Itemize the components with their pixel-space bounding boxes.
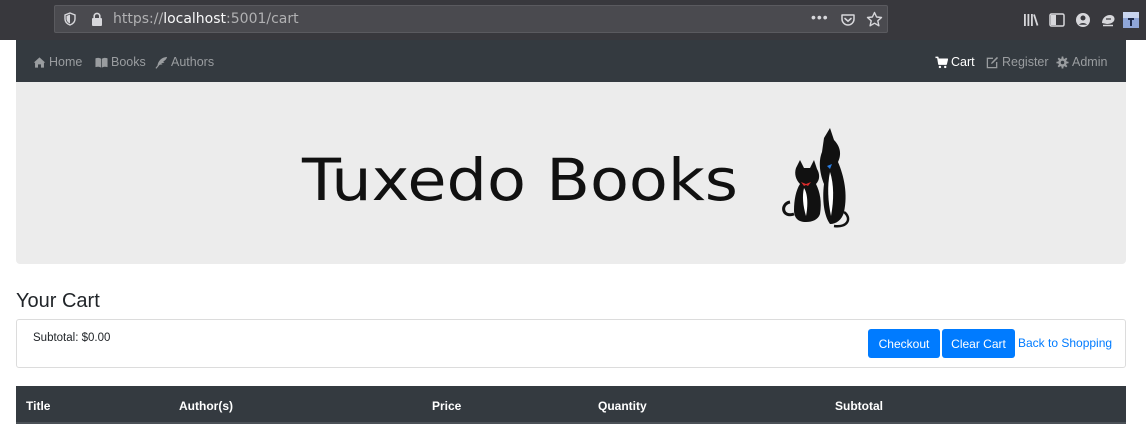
- cart-table-header: Title Author(s) Price Quantity Subtotal: [16, 386, 1126, 424]
- checkout-button[interactable]: Checkout: [868, 329, 940, 358]
- column-header-quantity: Quantity: [598, 399, 647, 413]
- url-bar[interactable]: https://localhost:5001/cart •••: [54, 5, 888, 33]
- tracking-shield-icon[interactable]: [63, 12, 77, 26]
- url-host: localhost: [163, 11, 227, 27]
- nav-cart[interactable]: Cart: [935, 54, 975, 70]
- lock-icon[interactable]: [91, 12, 103, 26]
- nav-cart-label: Cart: [951, 55, 975, 69]
- home-icon: [33, 56, 46, 68]
- clear-cart-button[interactable]: Clear Cart: [942, 329, 1015, 358]
- page-title: Your Cart: [16, 290, 100, 312]
- tuxedo-cats-icon: [782, 128, 850, 228]
- url-rest: :5001/cart: [226, 11, 299, 27]
- column-header-title: Title: [26, 399, 51, 413]
- pocket-icon[interactable]: [840, 12, 856, 28]
- url-scheme: https://: [113, 11, 164, 27]
- back-to-shopping-link[interactable]: Back to Shopping: [1018, 336, 1112, 350]
- nav-home-label: Home: [49, 55, 83, 69]
- sidebar-icon[interactable]: [1048, 11, 1066, 29]
- url-text[interactable]: https://localhost:5001/cart: [113, 11, 299, 27]
- page-actions-icon[interactable]: •••: [811, 9, 829, 25]
- book-icon: [95, 57, 108, 68]
- bookmark-star-icon[interactable]: [866, 11, 883, 28]
- nav-books[interactable]: Books: [95, 54, 146, 70]
- nav-authors[interactable]: Authors: [155, 54, 214, 70]
- tuxedo-books-logo: Tuxedo Books: [301, 128, 850, 228]
- column-header-authors: Author(s): [179, 399, 233, 413]
- logo-text: Tuxedo Books: [301, 146, 738, 214]
- account-icon[interactable]: [1074, 11, 1092, 29]
- site-navbar: Home Books Authors Cart Register Admin: [16, 40, 1126, 82]
- profile-picture-icon[interactable]: [1122, 11, 1140, 29]
- browser-toolbar: https://localhost:5001/cart •••: [0, 0, 1146, 40]
- nav-register-label: Register: [1002, 55, 1049, 69]
- hero-banner: Tuxedo Books: [16, 82, 1126, 264]
- gear-icon: [1056, 55, 1069, 69]
- extension-icon[interactable]: [1099, 11, 1117, 29]
- nav-admin[interactable]: Admin: [1056, 54, 1107, 70]
- library-icon[interactable]: [1022, 11, 1040, 29]
- cart-summary-card: Subtotal: $0.00 Checkout Clear Cart Back…: [16, 319, 1126, 368]
- column-header-price: Price: [432, 399, 462, 413]
- edit-icon: [986, 56, 999, 68]
- cart-icon: [935, 56, 948, 68]
- nav-register[interactable]: Register: [986, 54, 1049, 70]
- nav-authors-label: Authors: [171, 55, 215, 69]
- feather-icon: [155, 56, 168, 69]
- column-header-subtotal: Subtotal: [835, 399, 883, 413]
- nav-books-label: Books: [111, 55, 146, 69]
- nav-home[interactable]: Home: [33, 54, 82, 70]
- cart-subtotal: Subtotal: $0.00: [33, 332, 111, 344]
- nav-admin-label: Admin: [1072, 55, 1108, 69]
